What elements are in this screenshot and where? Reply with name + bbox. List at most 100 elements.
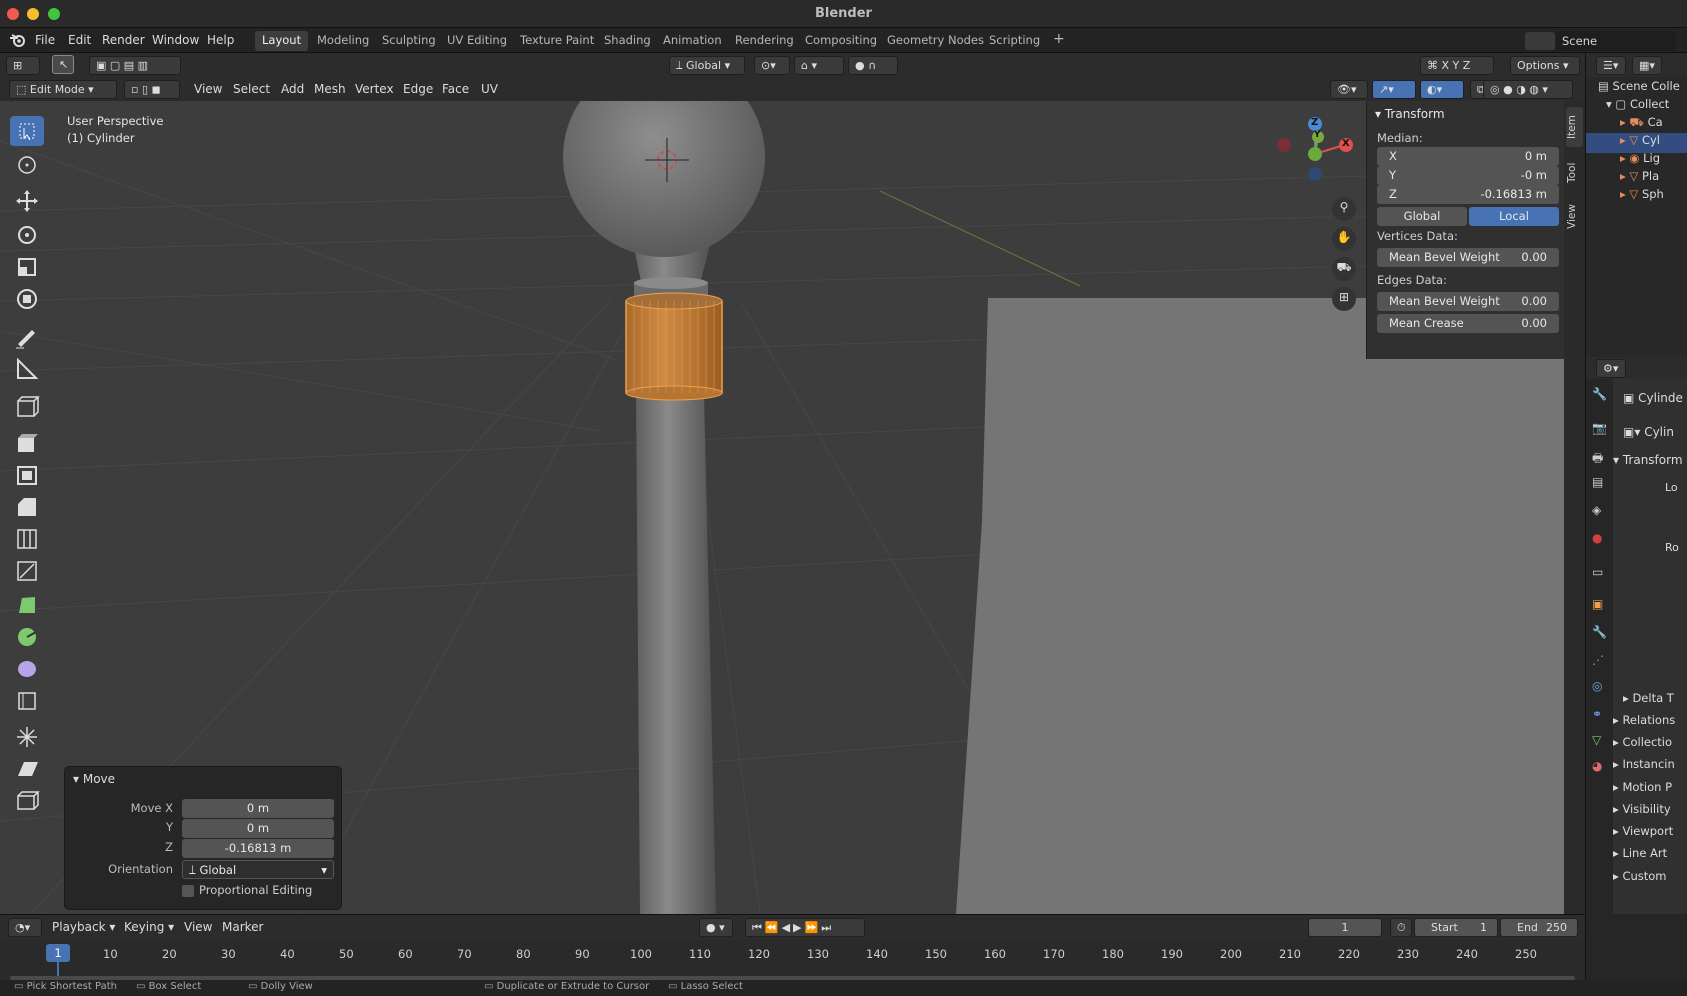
outliner-filter-icon[interactable]: ▦▾: [1632, 56, 1662, 75]
global-button[interactable]: Global: [1377, 207, 1467, 226]
scene-browse-icon[interactable]: [1525, 32, 1555, 50]
cursor-tool-icon[interactable]: [10, 150, 44, 180]
loop-cut-tool-icon[interactable]: [10, 524, 44, 554]
view-layer-props-icon[interactable]: ▤: [1592, 475, 1603, 489]
tab-tool[interactable]: Tool: [1566, 155, 1583, 191]
move-tool-icon[interactable]: [10, 186, 44, 216]
transform-orientation-dropdown[interactable]: ⟘ Global ▾: [669, 56, 745, 75]
tab-layout[interactable]: Layout: [255, 31, 309, 51]
median-z-field[interactable]: Z -0.16813 m: [1377, 185, 1559, 204]
move-z-field[interactable]: -0.16813 m: [182, 839, 334, 858]
collection-props-icon[interactable]: ▭: [1592, 565, 1603, 579]
custom-properties-section[interactable]: ▸ Custom: [1613, 869, 1667, 883]
menu-add[interactable]: Add: [281, 82, 304, 96]
instancing-section[interactable]: ▸ Instancin: [1613, 757, 1675, 771]
menu-keying[interactable]: Keying ▾: [124, 920, 174, 934]
measure-tool-icon[interactable]: [10, 354, 44, 384]
menu-mesh[interactable]: Mesh: [314, 82, 346, 96]
object-name-field[interactable]: ▣ Cylinde: [1623, 391, 1683, 405]
add-cube-tool-icon[interactable]: [10, 392, 44, 422]
relations-section[interactable]: ▸ Relations: [1613, 713, 1675, 727]
select-box-tool-icon[interactable]: [10, 116, 44, 146]
spin-tool-icon[interactable]: [10, 622, 44, 652]
scene-field[interactable]: Scene: [1556, 31, 1676, 51]
pivot-point-icon[interactable]: ⊙▾: [754, 56, 790, 75]
proportional-edit-icon[interactable]: ● ∩: [848, 56, 898, 75]
preview-range-icon[interactable]: ⏱: [1390, 918, 1412, 937]
scene-collection-row[interactable]: ▤ Scene Colle: [1586, 79, 1687, 99]
editor-type-icon[interactable]: ⊞: [6, 56, 40, 75]
object-data-field[interactable]: ▣▾ Cylin: [1623, 425, 1674, 439]
shading-mode-icons[interactable]: ◎ ● ◑ ◍ ▾: [1483, 80, 1573, 99]
edge-slide-tool-icon[interactable]: [10, 686, 44, 716]
world-props-icon[interactable]: ●: [1592, 531, 1602, 545]
menu-face[interactable]: Face: [442, 82, 469, 96]
mesh-options-icons[interactable]: ⌘ X Y Z: [1420, 56, 1494, 75]
tab-uv-editing[interactable]: UV Editing: [440, 31, 514, 51]
transform-section-header[interactable]: ▾ Transform: [1375, 107, 1445, 121]
visibility-icon[interactable]: 👁▾: [1330, 80, 1368, 99]
physics-props-icon[interactable]: ◎: [1592, 679, 1602, 693]
camera-view-icon[interactable]: ⛟: [1332, 257, 1356, 281]
poly-build-tool-icon[interactable]: [10, 590, 44, 620]
navigation-gizmo[interactable]: Z Y X: [1270, 109, 1360, 189]
tab-geometry-nodes[interactable]: Geometry Nodes: [880, 31, 991, 51]
render-props-icon[interactable]: 📷: [1592, 421, 1607, 435]
outliner-item-sphere[interactable]: ▸ ▽ Sph: [1586, 187, 1687, 207]
menu-file[interactable]: File: [35, 33, 55, 47]
outliner-item-plane[interactable]: ▸ ▽ Pla: [1586, 169, 1687, 189]
menu-vertex[interactable]: Vertex: [355, 82, 394, 96]
timeline-area[interactable]: 1 10 20 30 40 50 60 70 80 90 100 110 120…: [0, 940, 1585, 980]
edge-crease-field[interactable]: Mean Crease 0.00: [1377, 314, 1559, 333]
vertex-bevel-weight-field[interactable]: Mean Bevel Weight 0.00: [1377, 248, 1559, 267]
motion-paths-section[interactable]: ▸ Motion P: [1613, 780, 1672, 794]
selection-mode-icons[interactable]: ▣ ▢ ▤ ▥: [89, 56, 181, 75]
select-tool-icon[interactable]: ↖: [52, 55, 74, 74]
outliner-item-cylinder[interactable]: ▸ ▽ Cyl: [1586, 133, 1687, 153]
menu-timeline-view[interactable]: View: [184, 920, 212, 934]
tab-item[interactable]: Item: [1566, 107, 1583, 147]
scale-tool-icon[interactable]: [10, 252, 44, 282]
scene-props-icon[interactable]: ◈: [1592, 503, 1601, 517]
tab-compositing[interactable]: Compositing: [798, 31, 884, 51]
outliner-item-light[interactable]: ▸ ◉ Lig: [1586, 151, 1687, 171]
inset-tool-icon[interactable]: [10, 460, 44, 490]
tab-rendering[interactable]: Rendering: [728, 31, 801, 51]
timeline-editor-type-icon[interactable]: ◔▾: [8, 918, 42, 937]
menu-window[interactable]: Window: [152, 33, 199, 47]
menu-marker[interactable]: Marker: [222, 920, 263, 934]
move-x-field[interactable]: 0 m: [182, 799, 334, 818]
collection-row[interactable]: ▾ ▢ Collect: [1586, 97, 1687, 117]
menu-render[interactable]: Render: [102, 33, 145, 47]
median-x-field[interactable]: X 0 m: [1377, 147, 1559, 166]
visibility-section[interactable]: ▸ Visibility: [1613, 802, 1671, 816]
mode-dropdown[interactable]: ⬚ Edit Mode ▾: [9, 80, 117, 99]
delta-transform-section[interactable]: ▸ Delta T: [1623, 691, 1674, 705]
add-workspace-button[interactable]: +: [1046, 29, 1072, 49]
bevel-tool-icon[interactable]: [10, 492, 44, 522]
blender-logo-icon[interactable]: [9, 32, 26, 48]
gizmo-toggle-icon[interactable]: ↗▾: [1372, 80, 1416, 99]
select-mode-icons[interactable]: ▫ ▯ ◼: [124, 80, 180, 99]
zoom-icon[interactable]: ⚲: [1332, 197, 1356, 221]
shear-tool-icon[interactable]: [10, 754, 44, 784]
outliner-editor-type-icon[interactable]: ☰▾: [1596, 56, 1626, 75]
transform-panel-header[interactable]: ▾ Transform: [1613, 453, 1683, 467]
particles-props-icon[interactable]: ⋰: [1592, 653, 1604, 667]
end-frame-field[interactable]: End 250: [1500, 918, 1578, 937]
data-props-icon[interactable]: ▽: [1592, 733, 1601, 747]
tab-modeling[interactable]: Modeling: [310, 31, 376, 51]
output-props-icon[interactable]: 🖶: [1592, 449, 1603, 470]
options-dropdown[interactable]: Options ▾: [1510, 56, 1580, 75]
rip-region-tool-icon[interactable]: [10, 786, 44, 816]
smooth-tool-icon[interactable]: [10, 654, 44, 684]
menu-playback[interactable]: Playback ▾: [52, 920, 115, 934]
constraints-props-icon[interactable]: ⚭: [1592, 707, 1602, 721]
proportional-editing-checkbox[interactable]: [182, 885, 194, 897]
orientation-dropdown[interactable]: ⟘ Global ▾: [182, 860, 334, 879]
median-y-field[interactable]: Y -0 m: [1377, 166, 1559, 185]
snap-icon[interactable]: ⌂ ▾: [794, 56, 844, 75]
extrude-tool-icon[interactable]: [10, 428, 44, 458]
menu-select[interactable]: Select: [233, 82, 270, 96]
record-keyframe-icon[interactable]: ● ▾: [699, 918, 733, 937]
